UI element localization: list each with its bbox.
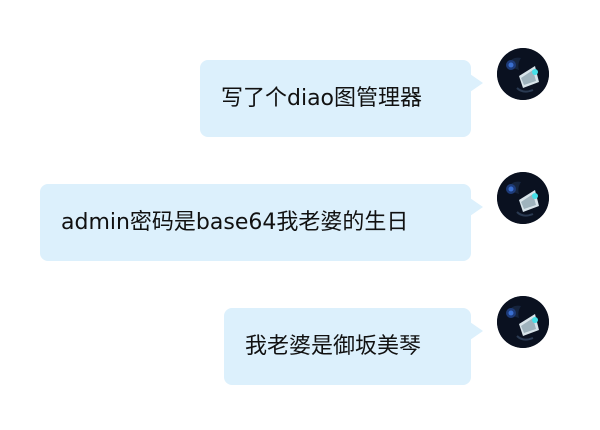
message-text: admin密码是base64我老婆的生日 (61, 209, 409, 235)
message-row: admin密码是base64我老婆的生日 (40, 184, 483, 261)
anime-character-avatar-icon (497, 48, 549, 100)
message-bubble[interactable]: 写了个diao图管理器 (200, 60, 483, 137)
chat-window: 写了个diao图管理器 admin密码是base64我老婆的生日 我老婆是御坂美… (0, 0, 600, 430)
message-text: 我老婆是御坂美琴 (245, 333, 422, 359)
anime-character-avatar-icon (497, 296, 549, 348)
anime-character-avatar-icon (497, 172, 549, 224)
message-bubble[interactable]: 我老婆是御坂美琴 (224, 308, 483, 385)
avatar[interactable] (497, 172, 549, 224)
message-row: 我老婆是御坂美琴 (224, 308, 483, 385)
avatar[interactable] (497, 48, 549, 100)
message-text: 写了个diao图管理器 (221, 85, 423, 111)
avatar[interactable] (497, 296, 549, 348)
message-bubble[interactable]: admin密码是base64我老婆的生日 (40, 184, 483, 261)
message-row: 写了个diao图管理器 (200, 60, 483, 137)
